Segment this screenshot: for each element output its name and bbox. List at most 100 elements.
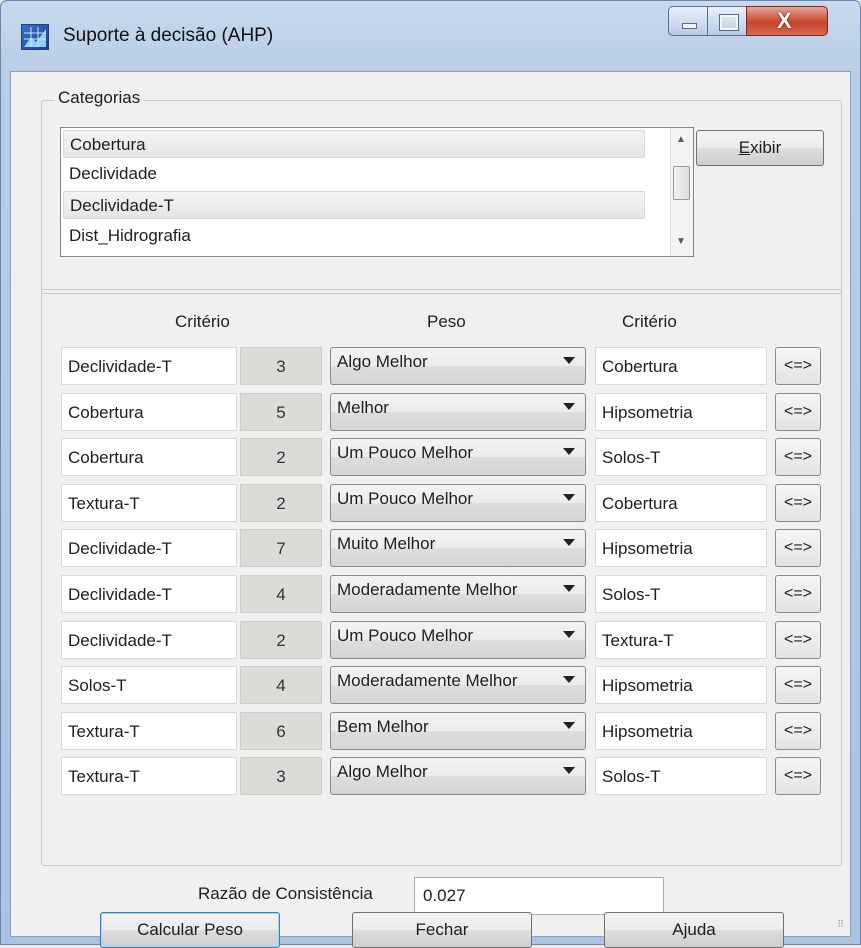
categorias-label: Categorias (55, 88, 144, 108)
peso-combobox-value: Algo Melhor (337, 352, 428, 371)
list-item[interactable]: Declividade-T (63, 191, 645, 219)
peso-combobox-value: Um Pouco Melhor (337, 626, 474, 645)
swap-button[interactable]: <=> (775, 347, 821, 385)
peso-combobox[interactable]: Bem Melhor (330, 712, 586, 750)
criterio-right-field[interactable]: Cobertura (595, 347, 767, 385)
header-criterio-left: Critério (175, 312, 230, 331)
dropdown-arrow-icon[interactable] (563, 585, 575, 592)
criterio-right-field[interactable]: Solos-T (595, 438, 767, 476)
peso-combobox[interactable]: Algo Melhor (330, 347, 586, 385)
app-icon (21, 24, 49, 50)
criterio-right-field[interactable]: Cobertura (595, 484, 767, 522)
peso-combobox[interactable]: Um Pouco Melhor (330, 621, 586, 659)
close-button[interactable]: X (746, 6, 828, 36)
criterio-left-field[interactable]: Declividade-T (61, 621, 237, 659)
criterio-left-field[interactable]: Declividade-T (61, 347, 237, 385)
razao-value-field[interactable]: 0.027 (414, 877, 664, 915)
swap-button[interactable]: <=> (775, 484, 821, 522)
list-item[interactable]: Dist_Hidrografia (63, 222, 645, 250)
peso-combobox-value: Moderadamente Melhor (337, 580, 518, 599)
ahp-window: Suporte à decisão (AHP) X Categorias Cob… (0, 0, 861, 948)
criterio-left-field[interactable]: Cobertura (61, 393, 237, 431)
weight-number: 3 (240, 757, 322, 795)
criterio-right-field[interactable]: Hipsometria (595, 529, 767, 567)
peso-combobox-value: Algo Melhor (337, 762, 428, 781)
weight-number: 2 (240, 621, 322, 659)
dialog-client-area: Categorias Cobertura Declividade Declivi… (10, 71, 851, 948)
peso-combobox[interactable]: Muito Melhor (330, 529, 586, 567)
peso-combobox[interactable]: Moderadamente Melhor (330, 666, 586, 704)
scroll-thumb[interactable] (673, 166, 690, 200)
weight-number: 7 (240, 529, 322, 567)
swap-button[interactable]: <=> (775, 757, 821, 795)
peso-combobox[interactable]: Moderadamente Melhor (330, 575, 586, 613)
weight-number: 2 (240, 484, 322, 522)
swap-button[interactable]: <=> (775, 666, 821, 704)
criterio-left-field[interactable]: Declividade-T (61, 529, 237, 567)
weight-number: 4 (240, 575, 322, 613)
list-scrollbar[interactable]: ▲ ▼ (670, 128, 693, 256)
criterio-left-field[interactable]: Cobertura (61, 438, 237, 476)
scroll-up-icon[interactable]: ▲ (676, 134, 686, 145)
criterio-right-field[interactable]: Hipsometria (595, 393, 767, 431)
dropdown-arrow-icon[interactable] (563, 676, 575, 683)
dropdown-arrow-icon[interactable] (563, 722, 575, 729)
criterio-left-field[interactable]: Textura-T (61, 712, 237, 750)
minimize-icon (682, 23, 697, 29)
razao-label: Razão de Consistência (198, 884, 373, 903)
list-item[interactable]: Declividade (63, 160, 645, 188)
peso-combobox-value: Um Pouco Melhor (337, 443, 474, 462)
window-title: Suporte à decisão (AHP) (63, 25, 274, 46)
maximize-icon (719, 14, 739, 31)
weight-number: 3 (240, 347, 322, 385)
criterio-left-field[interactable]: Textura-T (61, 484, 237, 522)
dropdown-arrow-icon[interactable] (563, 494, 575, 501)
peso-combobox-value: Um Pouco Melhor (337, 489, 474, 508)
peso-combobox[interactable]: Melhor (330, 393, 586, 431)
peso-combobox-value: Bem Melhor (337, 717, 429, 736)
swap-button[interactable]: <=> (775, 529, 821, 567)
weight-number: 6 (240, 712, 322, 750)
criterio-right-field[interactable]: Textura-T (595, 621, 767, 659)
criterio-left-field[interactable]: Solos-T (61, 666, 237, 704)
peso-combobox-value: Melhor (337, 398, 389, 417)
dropdown-arrow-icon[interactable] (563, 403, 575, 410)
categorias-listbox[interactable]: Cobertura Declividade Declividade-T Dist… (60, 127, 694, 257)
scroll-down-icon[interactable]: ▼ (676, 236, 686, 247)
resize-grip-icon[interactable]: ⠿ (837, 919, 844, 930)
weight-number: 5 (240, 393, 322, 431)
criterio-left-field[interactable]: Declividade-T (61, 575, 237, 613)
maximize-button[interactable] (707, 6, 747, 36)
peso-combobox-value: Moderadamente Melhor (337, 671, 518, 690)
ajuda-button[interactable]: Ajuda (604, 912, 784, 948)
criterio-right-field[interactable]: Solos-T (595, 575, 767, 613)
exibir-button[interactable]: Exibir (696, 130, 824, 166)
peso-combobox[interactable]: Um Pouco Melhor (330, 438, 586, 476)
list-item[interactable]: Cobertura (63, 130, 645, 158)
peso-combobox[interactable]: Algo Melhor (330, 757, 586, 795)
peso-combobox-value: Muito Melhor (337, 534, 436, 553)
dropdown-arrow-icon[interactable] (563, 767, 575, 774)
swap-button[interactable]: <=> (775, 621, 821, 659)
swap-button[interactable]: <=> (775, 575, 821, 613)
calcular-peso-button[interactable]: Calcular Peso (100, 912, 280, 948)
title-bar[interactable]: Suporte à decisão (AHP) X (1, 1, 860, 71)
weight-number: 2 (240, 438, 322, 476)
header-peso: Peso (427, 312, 466, 331)
criterio-right-field[interactable]: Hipsometria (595, 666, 767, 704)
dropdown-arrow-icon[interactable] (563, 539, 575, 546)
dropdown-arrow-icon[interactable] (563, 631, 575, 638)
criterio-right-field[interactable]: Hipsometria (595, 712, 767, 750)
minimize-button[interactable] (668, 6, 708, 36)
fechar-button[interactable]: Fechar (352, 912, 532, 948)
dropdown-arrow-icon[interactable] (563, 448, 575, 455)
header-criterio-right: Critério (622, 312, 677, 331)
swap-button[interactable]: <=> (775, 712, 821, 750)
swap-button[interactable]: <=> (775, 438, 821, 476)
weight-number: 4 (240, 666, 322, 704)
peso-combobox[interactable]: Um Pouco Melhor (330, 484, 586, 522)
criterio-left-field[interactable]: Textura-T (61, 757, 237, 795)
criterio-right-field[interactable]: Solos-T (595, 757, 767, 795)
swap-button[interactable]: <=> (775, 393, 821, 431)
dropdown-arrow-icon[interactable] (563, 357, 575, 364)
